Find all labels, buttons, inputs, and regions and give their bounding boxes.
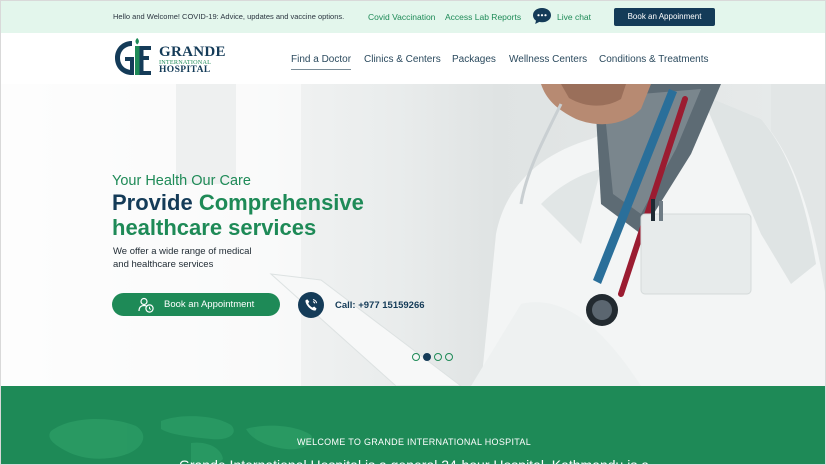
carousel-dot-4[interactable]	[445, 353, 453, 361]
user-clock-icon	[138, 297, 154, 313]
logo-hospital: HOSPITAL	[159, 65, 211, 75]
book-appointment-top-button[interactable]: Book an Appoinment	[614, 8, 715, 26]
hero-headline-part1: Provide	[112, 190, 193, 215]
call-number[interactable]: Call: +977 15159266	[335, 300, 425, 311]
hero-headline: Provide Comprehensive	[112, 190, 364, 216]
covid-vaccination-link[interactable]: Covid Vaccination	[368, 12, 435, 22]
access-lab-reports-link[interactable]: Access Lab Reports	[445, 12, 521, 22]
nav-find-a-doctor[interactable]: Find a Doctor	[291, 54, 351, 65]
welcome-message: Hello and Welcome! COVID-19: Advice, upd…	[113, 12, 345, 21]
top-bar: Hello and Welcome! COVID-19: Advice, upd…	[1, 1, 825, 33]
live-chat-link[interactable]: Live chat	[557, 12, 591, 22]
hero-headline-line2: healthcare services	[112, 215, 317, 240]
welcome-subtitle: Grande International Hospital is a gener…	[178, 457, 650, 465]
hero-headline-part2: Comprehensive	[198, 190, 364, 215]
hero-tagline: Your Health Our Care	[112, 173, 251, 189]
phone-icon[interactable]	[298, 292, 324, 318]
hero-banner: Your Health Our Care Provide Comprehensi…	[1, 84, 825, 386]
carousel-dot-3[interactable]	[434, 353, 442, 361]
chat-bubble-icon[interactable]	[532, 7, 552, 25]
page: Hello and Welcome! COVID-19: Advice, upd…	[0, 0, 826, 465]
nav-clinics-centers[interactable]: Clinics & Centers	[364, 54, 441, 65]
nav-wellness-centers[interactable]: Wellness Centers	[509, 54, 587, 65]
book-appointment-label: Book an Appointment	[164, 299, 255, 310]
book-appointment-button[interactable]: Book an Appointment	[112, 293, 280, 316]
main-header: GRANDE INTERNATIONAL HOSPITAL Find a Doc…	[1, 33, 825, 84]
nav-conditions-treatments[interactable]: Conditions & Treatments	[599, 54, 709, 65]
hero-description: We offer a wide range of medical and hea…	[113, 246, 252, 270]
hospital-logo-icon[interactable]	[113, 37, 155, 79]
phone-glyph-icon	[305, 299, 318, 311]
carousel-dot-2[interactable]	[423, 353, 431, 361]
nav-active-indicator	[291, 69, 351, 70]
nav-packages[interactable]: Packages	[452, 54, 496, 65]
welcome-section: WELCOME TO GRANDE INTERNATIONAL HOSPITAL…	[1, 386, 825, 465]
welcome-title: WELCOME TO GRANDE INTERNATIONAL HOSPITAL	[296, 437, 532, 447]
logo-name: GRANDE	[159, 44, 226, 60]
carousel-dot-1[interactable]	[412, 353, 420, 361]
